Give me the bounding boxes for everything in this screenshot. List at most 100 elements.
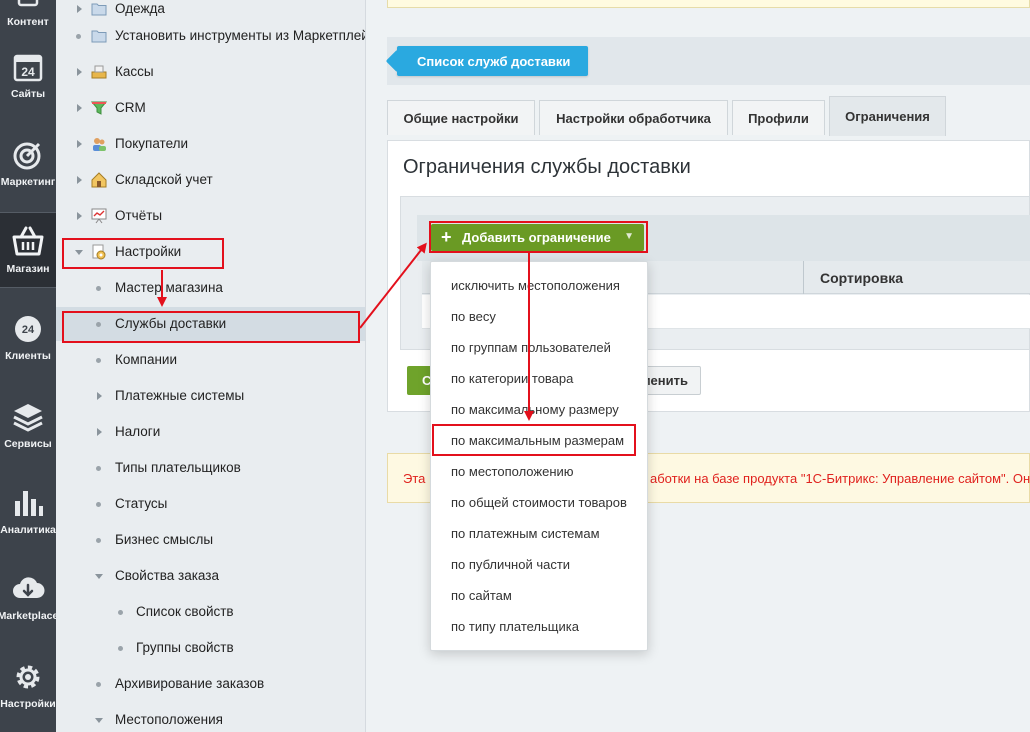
menu-item-by-user-groups[interactable]: по группам пользователей — [431, 332, 647, 363]
tab-restrictions[interactable]: Ограничения — [829, 96, 946, 136]
menu-item-by-location[interactable]: по местоположению — [431, 456, 647, 487]
tree-item-label: Службы доставки — [115, 316, 227, 331]
bullet — [118, 646, 123, 651]
menu-item-by-sites[interactable]: по сайтам — [431, 580, 647, 611]
tree-item-label: Статусы — [115, 496, 168, 511]
tree-item-delivery-services[interactable]: Службы доставки — [56, 307, 365, 341]
rail-item-marketplace[interactable]: Marketplace — [0, 560, 56, 636]
bullet — [96, 538, 101, 543]
svg-text:24: 24 — [22, 324, 35, 336]
add-restriction-menu: исключить местоположения по весу по груп… — [430, 261, 648, 651]
bullet — [96, 322, 101, 327]
customers-icon — [93, 138, 106, 151]
clients-24-icon: 24 — [11, 312, 45, 346]
tree-item-label: Настройки — [115, 244, 182, 259]
tab-label: Профили — [748, 110, 809, 126]
menu-item-by-payer-type[interactable]: по типу плательщика — [431, 611, 647, 642]
tree-item-label: Мастер магазина — [115, 280, 223, 295]
tree-item-label: Отчёты — [115, 208, 163, 223]
rail-item-sites[interactable]: 24 Сайты — [0, 38, 56, 114]
menu-item-label: по типу плательщика — [451, 619, 579, 634]
menu-item-by-total-price[interactable]: по общей стоимости товаров — [431, 487, 647, 518]
expand-arrow-icon[interactable] — [74, 175, 84, 185]
collapse-arrow-icon[interactable] — [74, 247, 84, 257]
tree-item-label: Типы плательщиков — [115, 460, 241, 475]
menu-item-exclude-locations[interactable]: исключить местоположения — [431, 270, 647, 301]
warehouse-icon — [91, 172, 107, 188]
tree-item-shop-wizard[interactable]: Мастер магазина — [56, 271, 365, 305]
rail-label: Сервисы — [4, 438, 52, 450]
settings-doc-icon — [92, 244, 106, 260]
expand-arrow-icon[interactable] — [74, 67, 84, 77]
tree-item-locations[interactable]: Местоположения — [56, 703, 365, 732]
menu-item-by-weight[interactable]: по весу — [431, 301, 647, 332]
tab-handler-settings[interactable]: Настройки обработчика — [539, 100, 728, 135]
tree-item-label: Группы свойств — [136, 640, 234, 655]
tree-item-label: Местоположения — [115, 712, 223, 727]
tree-item-payment-systems[interactable]: Платежные системы — [56, 379, 365, 413]
tree-item-taxes[interactable]: Налоги — [56, 415, 365, 449]
gear-icon — [11, 660, 45, 694]
tree-item-settings[interactable]: Настройки — [56, 235, 365, 269]
tree-item-order-properties[interactable]: Свойства заказа — [56, 559, 365, 593]
tree-item-cash-registers[interactable]: Кассы — [56, 55, 365, 89]
menu-item-label: по сайтам — [451, 588, 512, 603]
tree-item-label: Покупатели — [115, 136, 189, 151]
rail-label: Сайты — [10, 88, 46, 100]
tree-item-label: Налоги — [115, 424, 161, 439]
collapse-arrow-icon[interactable] — [94, 715, 104, 725]
rail-item-shop[interactable]: Магазин — [0, 212, 56, 288]
menu-item-by-public-part[interactable]: по публичной части — [431, 549, 647, 580]
svg-text:24: 24 — [21, 65, 35, 79]
add-restriction-button[interactable]: + Добавить ограничение ▼ — [431, 224, 644, 251]
bullet — [76, 34, 81, 39]
expand-arrow-icon[interactable] — [94, 391, 104, 401]
tree-item-order-archiving[interactable]: Архивирование заказов — [56, 667, 365, 701]
panel-title: Ограничения службы доставки — [403, 156, 691, 178]
chevron-down-icon: ▼ — [624, 231, 634, 242]
bullet — [96, 682, 101, 687]
tree-item-marketplace-install[interactable]: Установить инструменты из Маркетплейса — [56, 19, 365, 53]
tree-item-business-meanings[interactable]: Бизнес смыслы — [56, 523, 365, 557]
tree-item-crm[interactable]: CRM — [56, 91, 365, 125]
tree-item-payer-types[interactable]: Типы плательщиков — [56, 451, 365, 485]
tab-general-settings[interactable]: Общие настройки — [387, 100, 535, 135]
tree-item-statuses[interactable]: Статусы — [56, 487, 365, 521]
reports-icon — [91, 208, 107, 224]
rail-item-services[interactable]: Сервисы — [0, 388, 56, 464]
menu-item-label: по категории товара — [451, 371, 574, 386]
rail-item-settings[interactable]: Настройки — [0, 648, 56, 724]
tree-item-property-groups[interactable]: Группы свойств — [56, 631, 365, 665]
tree-item-customers[interactable]: Покупатели — [56, 127, 365, 161]
tree-item-companies[interactable]: Компании — [56, 343, 365, 377]
expand-arrow-icon[interactable] — [74, 211, 84, 221]
bullet — [96, 286, 101, 291]
tree-item-warehouse[interactable]: Складской учет — [56, 163, 365, 197]
rail-label: Клиенты — [5, 350, 51, 362]
collapse-arrow-icon[interactable] — [94, 571, 104, 581]
expand-arrow-icon[interactable] — [94, 427, 104, 437]
tree-item-reports[interactable]: Отчёты — [56, 199, 365, 233]
add-restriction-label: Добавить ограничение — [462, 230, 611, 245]
basket-icon — [11, 225, 45, 259]
menu-item-by-max-size[interactable]: по максимальному размеру — [431, 394, 647, 425]
column-label: Сортировка — [820, 269, 903, 286]
tree-item-label: Свойства заказа — [115, 568, 219, 583]
tree-item-property-list[interactable]: Список свойств — [56, 595, 365, 629]
rail-item-content[interactable]: Контент — [0, 0, 56, 42]
rail-item-clients[interactable]: 24 Клиенты — [0, 300, 56, 376]
menu-item-by-payment-systems[interactable]: по платежным системам — [431, 518, 647, 549]
menu-item-label: по платежным системам — [451, 526, 600, 541]
crm-icon — [91, 101, 107, 115]
expand-arrow-icon[interactable] — [74, 4, 84, 14]
menu-item-by-product-category[interactable]: по категории товара — [431, 363, 647, 394]
tab-profiles[interactable]: Профили — [732, 100, 825, 135]
expand-arrow-icon[interactable] — [74, 103, 84, 113]
expand-arrow-icon[interactable] — [74, 139, 84, 149]
delivery-services-list-button[interactable]: Список служб доставки — [397, 46, 589, 76]
menu-item-by-max-dimensions[interactable]: по максимальным размерам — [431, 425, 647, 456]
grid-column-sort[interactable]: Сортировка — [803, 261, 1030, 294]
cloud-download-icon — [11, 572, 45, 606]
rail-item-analytics[interactable]: Аналитика — [0, 474, 56, 550]
rail-item-marketing[interactable]: Маркетинг — [0, 126, 56, 202]
